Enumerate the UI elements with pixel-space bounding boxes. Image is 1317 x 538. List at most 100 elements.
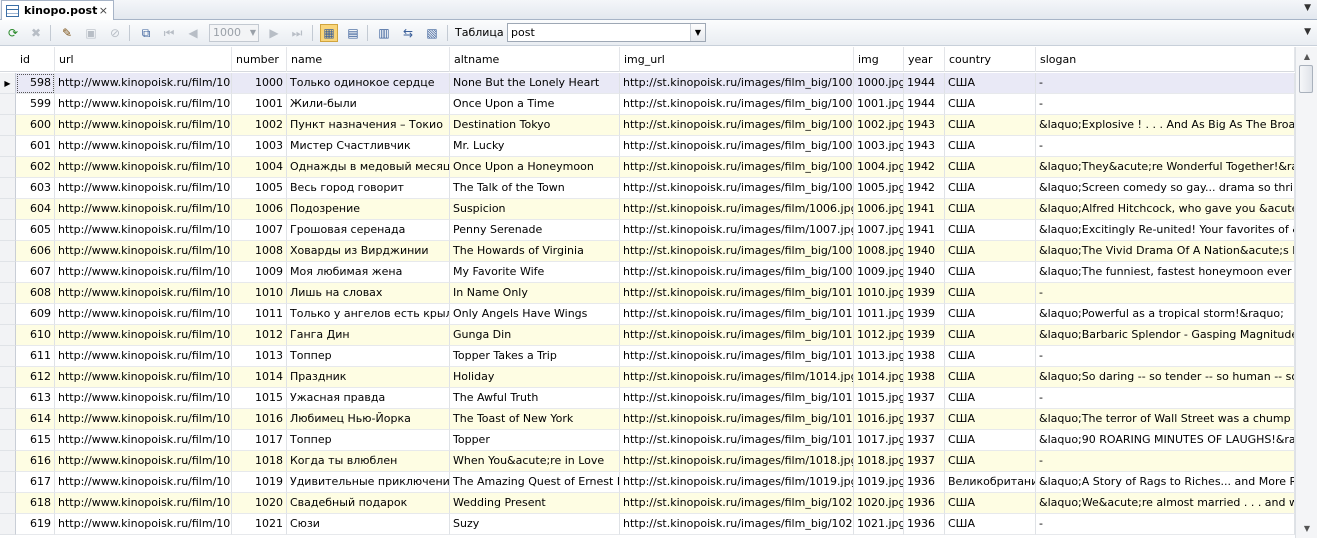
cell-country[interactable]: США [945, 283, 1036, 304]
table-row[interactable]: 604 http://www.kinopoisk.ru/film/1006/100… [0, 199, 1295, 220]
cell-year[interactable]: 1936 [904, 493, 945, 514]
column-header-id[interactable]: id [16, 47, 55, 72]
scroll-thumb[interactable] [1299, 65, 1313, 93]
cell-country[interactable]: США [945, 136, 1036, 157]
table-row[interactable]: ▶ 598 http://www.kinopoisk.ru/film/1000/10… [0, 73, 1295, 94]
table-select[interactable]: post ▼ [507, 23, 706, 42]
cell-number[interactable]: 1010 [232, 283, 287, 304]
properties-icon[interactable]: ▧ [423, 24, 441, 42]
cell-slogan[interactable]: - [1036, 94, 1295, 115]
cell-slogan[interactable]: &laquo;90 ROARING MINUTES OF LAUGHS!&raq… [1036, 430, 1295, 451]
row-indicator[interactable] [0, 115, 16, 136]
cell-img[interactable]: 1004.jpg [854, 157, 904, 178]
cell-name[interactable]: Ужасная правда [287, 388, 450, 409]
cell-number[interactable]: 1000 [232, 73, 287, 94]
cell-country[interactable]: США [945, 430, 1036, 451]
column-header-img-url[interactable]: img_url [620, 47, 854, 72]
cell-year[interactable]: 1938 [904, 346, 945, 367]
cell-number[interactable]: 1006 [232, 199, 287, 220]
row-indicator[interactable] [0, 451, 16, 472]
cell-number[interactable]: 1007 [232, 220, 287, 241]
column-header-country[interactable]: country [945, 47, 1036, 72]
cell-altname[interactable]: My Favorite Wife [450, 262, 620, 283]
cell-altname[interactable]: Wedding Present [450, 493, 620, 514]
table-row[interactable]: 611 http://www.kinopoisk.ru/film/1013/101… [0, 346, 1295, 367]
cell-altname[interactable]: Topper Takes a Trip [450, 346, 620, 367]
cell-country[interactable]: США [945, 199, 1036, 220]
cell-slogan[interactable]: &laquo;Explosive ! . . . And As Big As T… [1036, 115, 1295, 136]
cell-altname[interactable]: Topper [450, 430, 620, 451]
cell-url[interactable]: http://www.kinopoisk.ru/film/1004/ [55, 157, 232, 178]
table-row[interactable]: 601 http://www.kinopoisk.ru/film/1003/100… [0, 136, 1295, 157]
cell-year[interactable]: 1937 [904, 451, 945, 472]
cell-slogan[interactable]: - [1036, 136, 1295, 157]
table-row[interactable]: 610 http://www.kinopoisk.ru/film/1012/101… [0, 325, 1295, 346]
table-row[interactable]: 612 http://www.kinopoisk.ru/film/1014/101… [0, 367, 1295, 388]
cell-img[interactable]: 1003.jpg [854, 136, 904, 157]
cell-img[interactable]: 1002.jpg [854, 115, 904, 136]
cell-number[interactable]: 1009 [232, 262, 287, 283]
cell-url[interactable]: http://www.kinopoisk.ru/film/1019/ [55, 472, 232, 493]
cell-img-url[interactable]: http://st.kinopoisk.ru/images/film_big/1… [620, 115, 854, 136]
row-indicator[interactable] [0, 388, 16, 409]
copy-icon[interactable]: ⧉ [137, 24, 155, 42]
cell-number[interactable]: 1021 [232, 514, 287, 535]
cell-img[interactable]: 1007.jpg [854, 220, 904, 241]
cell-id[interactable]: 601 [16, 136, 55, 157]
cell-name[interactable]: Подозрение [287, 199, 450, 220]
cell-country[interactable]: США [945, 178, 1036, 199]
cell-slogan[interactable]: &laquo;Excitingly Re-united! Your favori… [1036, 220, 1295, 241]
cell-url[interactable]: http://www.kinopoisk.ru/film/1008/ [55, 241, 232, 262]
cell-name[interactable]: Жили-были [287, 94, 450, 115]
cell-name[interactable]: Грошовая серенада [287, 220, 450, 241]
cell-img[interactable]: 1015.jpg [854, 388, 904, 409]
cell-slogan[interactable]: &laquo;A Story of Rags to Riches... and … [1036, 472, 1295, 493]
row-indicator[interactable] [0, 199, 16, 220]
cell-year[interactable]: 1939 [904, 283, 945, 304]
cell-slogan[interactable]: &laquo;We&acute;re almost married . . . … [1036, 493, 1295, 514]
scroll-down-icon[interactable]: ▼ [1300, 522, 1314, 536]
cell-id[interactable]: 607 [16, 262, 55, 283]
cell-id[interactable]: 598 [16, 73, 55, 94]
row-indicator[interactable] [0, 262, 16, 283]
column-header-year[interactable]: year [904, 47, 945, 72]
cell-country[interactable]: США [945, 325, 1036, 346]
cell-id[interactable]: 611 [16, 346, 55, 367]
cell-slogan[interactable]: &laquo;Barbaric Splendor - Gasping Magni… [1036, 325, 1295, 346]
cell-url[interactable]: http://www.kinopoisk.ru/film/1017/ [55, 430, 232, 451]
cell-year[interactable]: 1944 [904, 94, 945, 115]
cell-slogan[interactable]: - [1036, 388, 1295, 409]
cell-url[interactable]: http://www.kinopoisk.ru/film/1009/ [55, 262, 232, 283]
cell-img-url[interactable]: http://st.kinopoisk.ru/images/film_big/1… [620, 430, 854, 451]
cell-altname[interactable]: Only Angels Have Wings [450, 304, 620, 325]
cell-url[interactable]: http://www.kinopoisk.ru/film/1020/ [55, 493, 232, 514]
cell-altname[interactable]: In Name Only [450, 283, 620, 304]
data-grid[interactable]: id url number name altname img_url img year coun… [0, 47, 1295, 538]
cell-year[interactable]: 1940 [904, 262, 945, 283]
cell-img-url[interactable]: http://st.kinopoisk.ru/images/film_big/1… [620, 388, 854, 409]
table-row[interactable]: 607 http://www.kinopoisk.ru/film/1009/100… [0, 262, 1295, 283]
cell-id[interactable]: 600 [16, 115, 55, 136]
column-header-name[interactable]: name [287, 47, 450, 72]
chevron-down-icon[interactable]: ▼ [690, 24, 705, 41]
cell-name[interactable]: Любимец Нью-Йорка [287, 409, 450, 430]
cell-altname[interactable]: Holiday [450, 367, 620, 388]
cell-altname[interactable]: Suspicion [450, 199, 620, 220]
cell-year[interactable]: 1936 [904, 472, 945, 493]
cell-number[interactable]: 1018 [232, 451, 287, 472]
table-row[interactable]: 619 http://www.kinopoisk.ru/film/1021/102… [0, 514, 1295, 535]
cell-img-url[interactable]: http://st.kinopoisk.ru/images/film_big/1… [620, 178, 854, 199]
cell-year[interactable]: 1942 [904, 178, 945, 199]
cell-altname[interactable]: Once Upon a Time [450, 94, 620, 115]
cell-country[interactable]: США [945, 514, 1036, 535]
cell-img[interactable]: 1012.jpg [854, 325, 904, 346]
cell-name[interactable]: Лишь на словах [287, 283, 450, 304]
cell-img-url[interactable]: http://st.kinopoisk.ru/images/film/1018.… [620, 451, 854, 472]
cell-slogan[interactable]: &laquo;They&acute;re Wonderful Together!… [1036, 157, 1295, 178]
cell-country[interactable]: США [945, 115, 1036, 136]
cell-name[interactable]: Когда ты влюблен [287, 451, 450, 472]
row-indicator[interactable] [0, 472, 16, 493]
row-indicator[interactable] [0, 514, 16, 535]
save-icon[interactable]: ▣ [82, 24, 100, 42]
cell-img[interactable]: 1011.jpg [854, 304, 904, 325]
